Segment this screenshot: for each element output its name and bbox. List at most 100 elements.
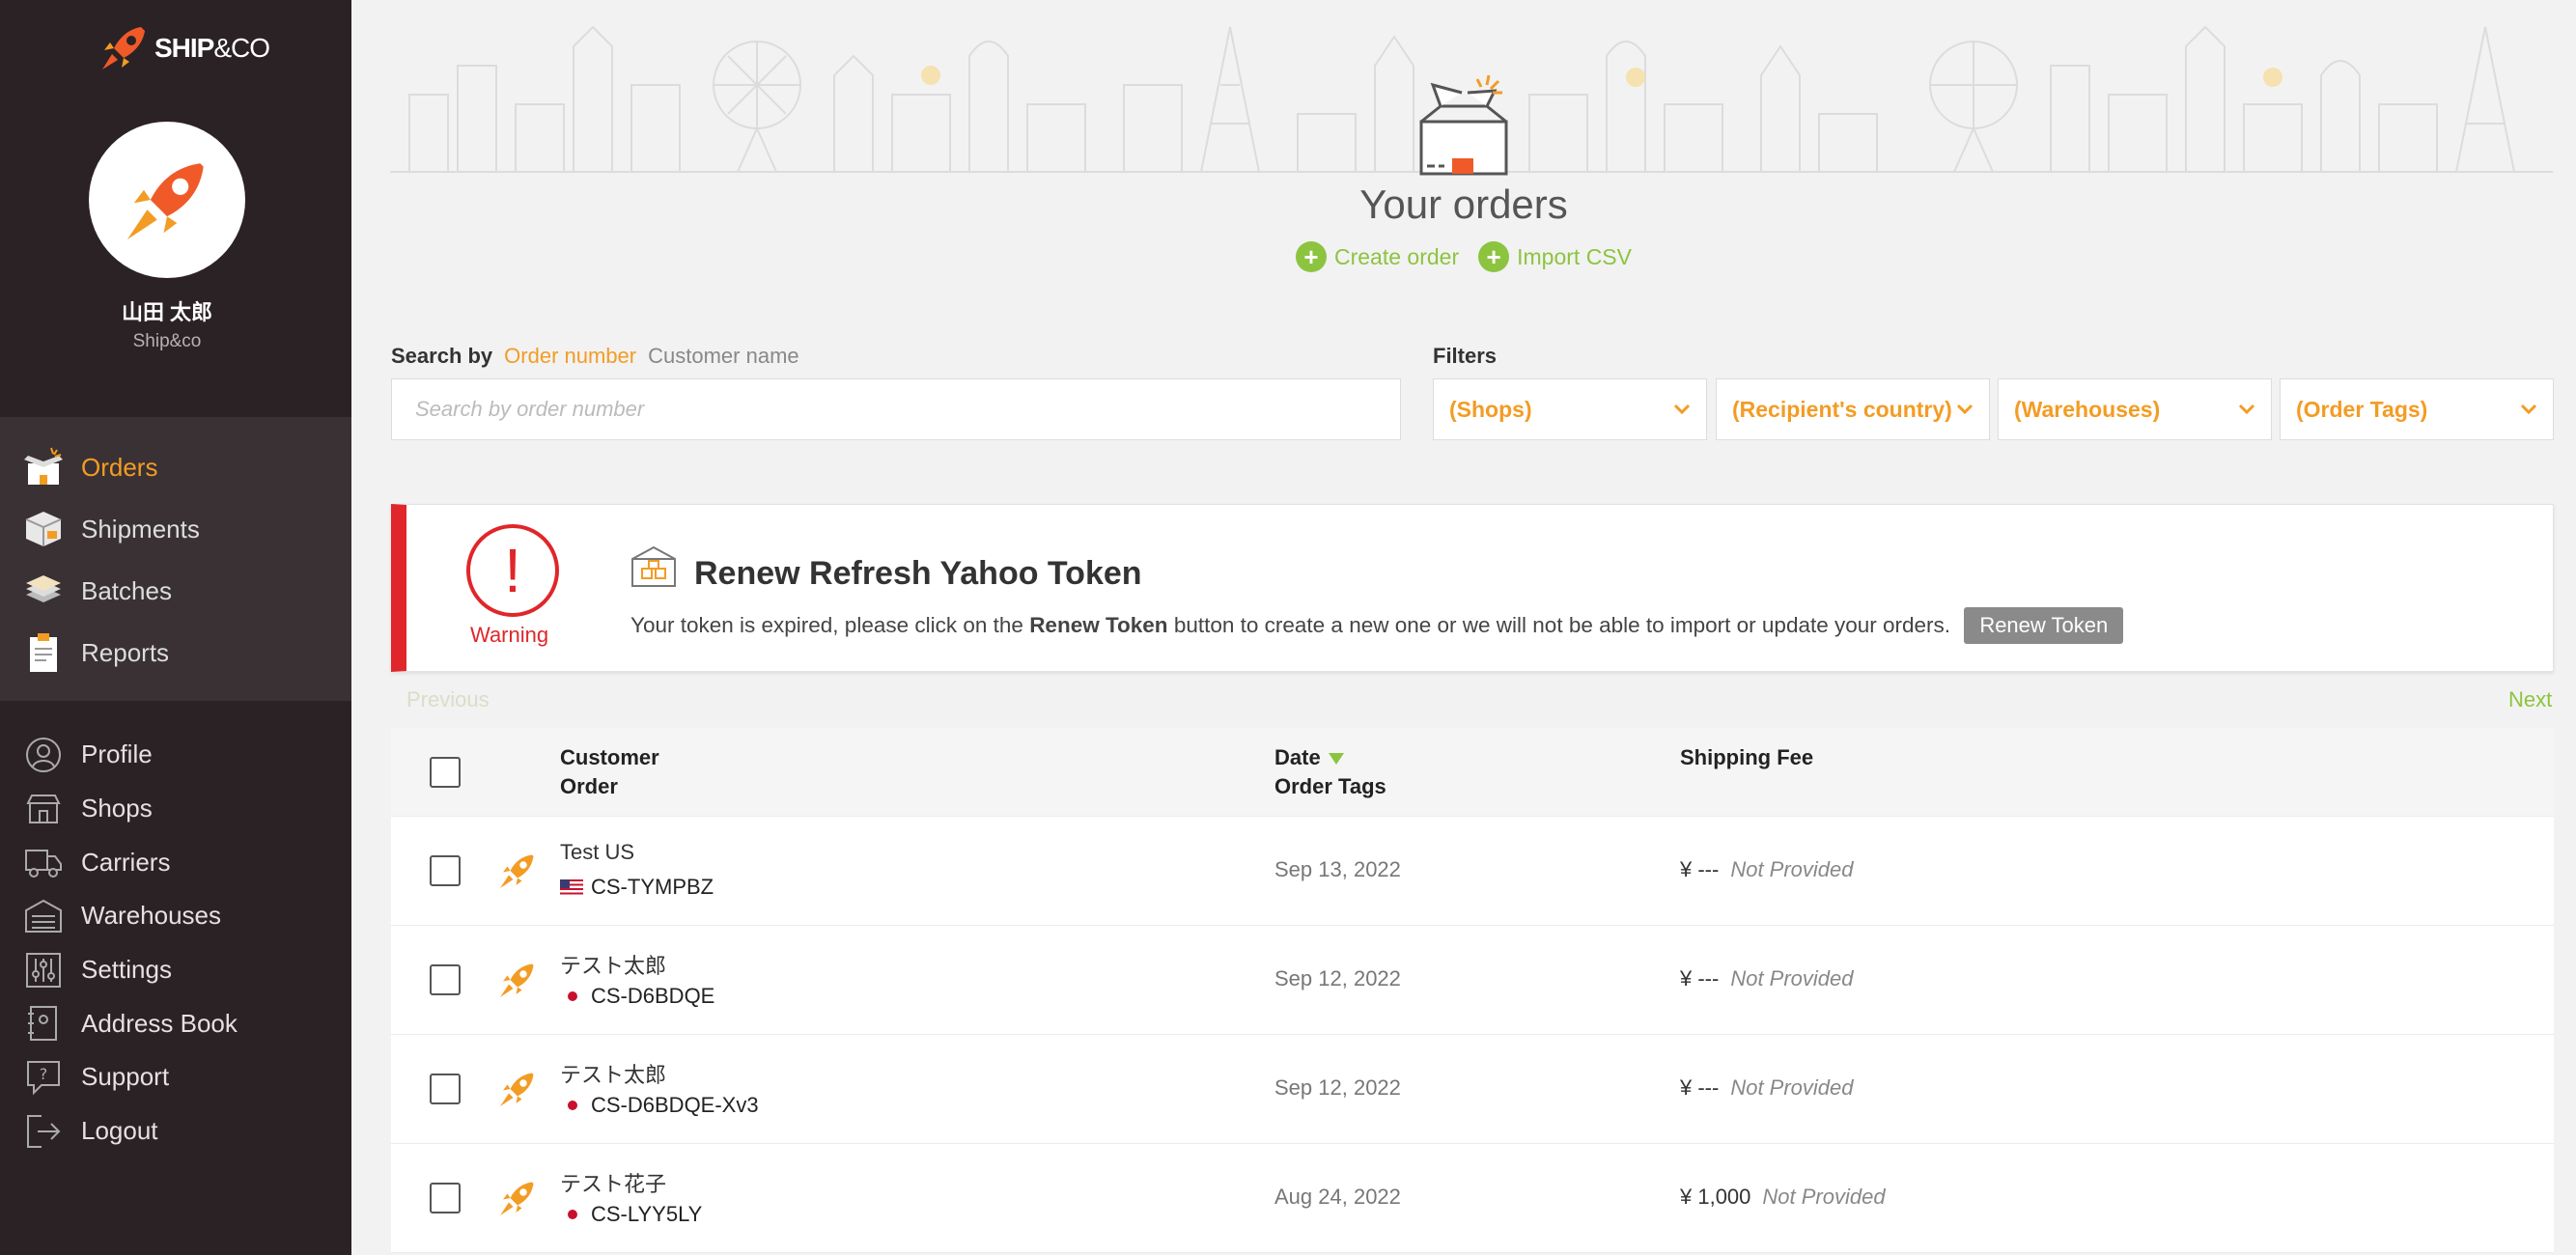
nav-item-batches[interactable]: Batches <box>0 560 351 622</box>
nav-label-reports: Reports <box>81 637 170 667</box>
order-date: Sep 13, 2022 <box>1274 857 1401 881</box>
order-number[interactable]: CS-LYY5LY <box>560 1202 702 1227</box>
brand-logo[interactable]: SHIP&CO <box>97 21 270 75</box>
us-flag-icon <box>560 879 583 895</box>
carriers-icon <box>21 840 66 884</box>
order-date: Sep 12, 2022 <box>1274 1075 1401 1100</box>
rocket-shop-icon <box>500 1182 534 1215</box>
secondary-nav: Profile Shops Carriers Warehouses Settin… <box>0 728 351 1158</box>
jp-flag-icon <box>568 991 577 1001</box>
customer-name: Test US <box>560 840 635 864</box>
settings-icon <box>21 948 66 992</box>
jp-flag-icon <box>568 1210 577 1219</box>
main-content: Your orders + Create order + Import CSV … <box>351 0 2576 1255</box>
shipping-fee: ¥ 1,000 Not Provided <box>1680 1185 1886 1209</box>
header-customer-order: Customer Order <box>560 745 659 798</box>
plus-circle-icon: + <box>1296 241 1327 272</box>
nav-item-warehouses[interactable]: Warehouses <box>0 889 351 943</box>
nav-label-batches: Batches <box>81 575 172 605</box>
table-row[interactable]: Test US CS-TYMPBZ Sep 13, 2022 ¥ --- Not … <box>391 817 2554 926</box>
filter-shops[interactable]: (Shops) <box>1433 378 1707 440</box>
table-header: Customer Order Date Order Tags Shipping … <box>391 728 2554 817</box>
filter-order-tags[interactable]: (Order Tags) <box>2280 378 2554 440</box>
nav-item-support[interactable]: ? Support <box>0 1050 351 1104</box>
avatar[interactable] <box>89 122 245 278</box>
open-box-icon <box>1419 74 1508 176</box>
user-name: 山田 太郎 <box>121 300 213 324</box>
filter-warehouses-label: (Warehouses) <box>2014 396 2161 422</box>
chevron-down-icon <box>1673 404 1691 415</box>
primary-nav: Orders Shipments Batches Reports <box>0 417 351 701</box>
brand-name: SHIP&CO <box>154 33 270 63</box>
nav-label-profile: Profile <box>81 739 153 769</box>
order-date: Aug 24, 2022 <box>1274 1185 1401 1209</box>
nav-item-settings[interactable]: Settings <box>0 943 351 997</box>
batches-icon <box>21 569 66 613</box>
page-title: Your orders <box>1359 181 1568 227</box>
nav-item-orders[interactable]: Orders <box>0 436 351 498</box>
warning-banner: ! Warning Renew Refresh Yahoo Token Your… <box>391 504 2554 672</box>
select-all-checkbox[interactable] <box>430 757 461 788</box>
nav-label-shops: Shops <box>81 794 153 823</box>
nav-item-reports[interactable]: Reports <box>0 622 351 683</box>
sort-descending-icon <box>1328 753 1344 766</box>
filter-warehouses[interactable]: (Warehouses) <box>1998 378 2272 440</box>
row-checkbox[interactable] <box>430 964 461 995</box>
table-row[interactable]: テスト太郎 CS-D6BDQE Sep 12, 2022 ¥ --- Not Pr… <box>391 926 2554 1035</box>
nav-item-address-book[interactable]: Address Book <box>0 996 351 1050</box>
import-csv-button[interactable]: + Import CSV <box>1478 241 1632 272</box>
filters-label: Filters <box>1433 344 1498 368</box>
chevron-down-icon <box>2238 404 2255 415</box>
nav-item-shops[interactable]: Shops <box>0 782 351 836</box>
nav-label-logout: Logout <box>81 1116 158 1146</box>
nav-label-address-book: Address Book <box>81 1008 238 1038</box>
shipments-icon <box>21 507 66 551</box>
chevron-down-icon <box>2520 404 2537 415</box>
address-book-icon <box>21 1001 66 1046</box>
row-checkbox[interactable] <box>430 1183 461 1213</box>
nav-item-profile[interactable]: Profile <box>0 728 351 782</box>
search-option-order-number[interactable]: Order number <box>504 344 636 369</box>
rocket-avatar-icon <box>126 163 204 240</box>
pagination-previous[interactable]: Previous <box>406 687 490 712</box>
header-shipping-fee: Shipping Fee <box>1680 745 1814 769</box>
table-row[interactable]: テスト太郎 CS-D6BDQE-Xv3 Sep 12, 2022 ¥ --- No… <box>391 1035 2554 1144</box>
warning-title: Renew Refresh Yahoo Token <box>694 555 1142 592</box>
search-option-customer-name[interactable]: Customer name <box>648 344 799 369</box>
shipping-fee: ¥ --- Not Provided <box>1680 966 1854 990</box>
order-number[interactable]: CS-TYMPBZ <box>560 875 714 900</box>
order-number[interactable]: CS-D6BDQE <box>560 984 714 1009</box>
nav-label-warehouses: Warehouses <box>81 901 221 931</box>
exclamation-circle-icon: ! <box>466 524 559 617</box>
warning-message: Your token is expired, please click on t… <box>630 607 2124 644</box>
nav-label-support: Support <box>81 1062 170 1092</box>
sidebar: SHIP&CO 山田 太郎 Ship&co Orders Shipments B… <box>0 0 351 1255</box>
nav-label-orders: Orders <box>81 452 158 482</box>
warehouses-icon <box>21 894 66 938</box>
customer-name: テスト太郎 <box>560 954 667 978</box>
row-checkbox[interactable] <box>430 855 461 886</box>
nav-label-shipments: Shipments <box>81 514 200 544</box>
import-csv-label: Import CSV <box>1517 243 1632 269</box>
pagination-next[interactable]: Next <box>2508 687 2552 712</box>
create-order-button[interactable]: + Create order <box>1296 241 1459 272</box>
rocket-logo-icon <box>102 27 145 70</box>
nav-item-carriers[interactable]: Carriers <box>0 835 351 889</box>
renew-token-button[interactable]: Renew Token <box>1964 607 2124 644</box>
customer-name: テスト太郎 <box>560 1063 667 1087</box>
order-number[interactable]: CS-D6BDQE-Xv3 <box>560 1093 759 1118</box>
chevron-down-icon <box>1956 404 1974 415</box>
filter-shops-label: (Shops) <box>1449 396 1532 422</box>
plus-circle-icon: + <box>1478 241 1510 272</box>
orders-icon <box>21 445 66 489</box>
profile-icon <box>21 733 66 777</box>
reports-icon <box>21 630 66 675</box>
header-date-tags[interactable]: Date Order Tags <box>1274 743 1386 801</box>
table-row[interactable]: テスト花子 CS-LYY5LY Aug 24, 2022 ¥ 1,000 Not … <box>391 1144 2554 1253</box>
nav-item-shipments[interactable]: Shipments <box>0 498 351 560</box>
search-input[interactable] <box>391 378 1401 440</box>
shipping-fee: ¥ --- Not Provided <box>1680 1075 1854 1100</box>
nav-item-logout[interactable]: Logout <box>0 1104 351 1158</box>
filter-recipient-country[interactable]: (Recipient's country) <box>1716 378 1990 440</box>
row-checkbox[interactable] <box>430 1074 461 1104</box>
